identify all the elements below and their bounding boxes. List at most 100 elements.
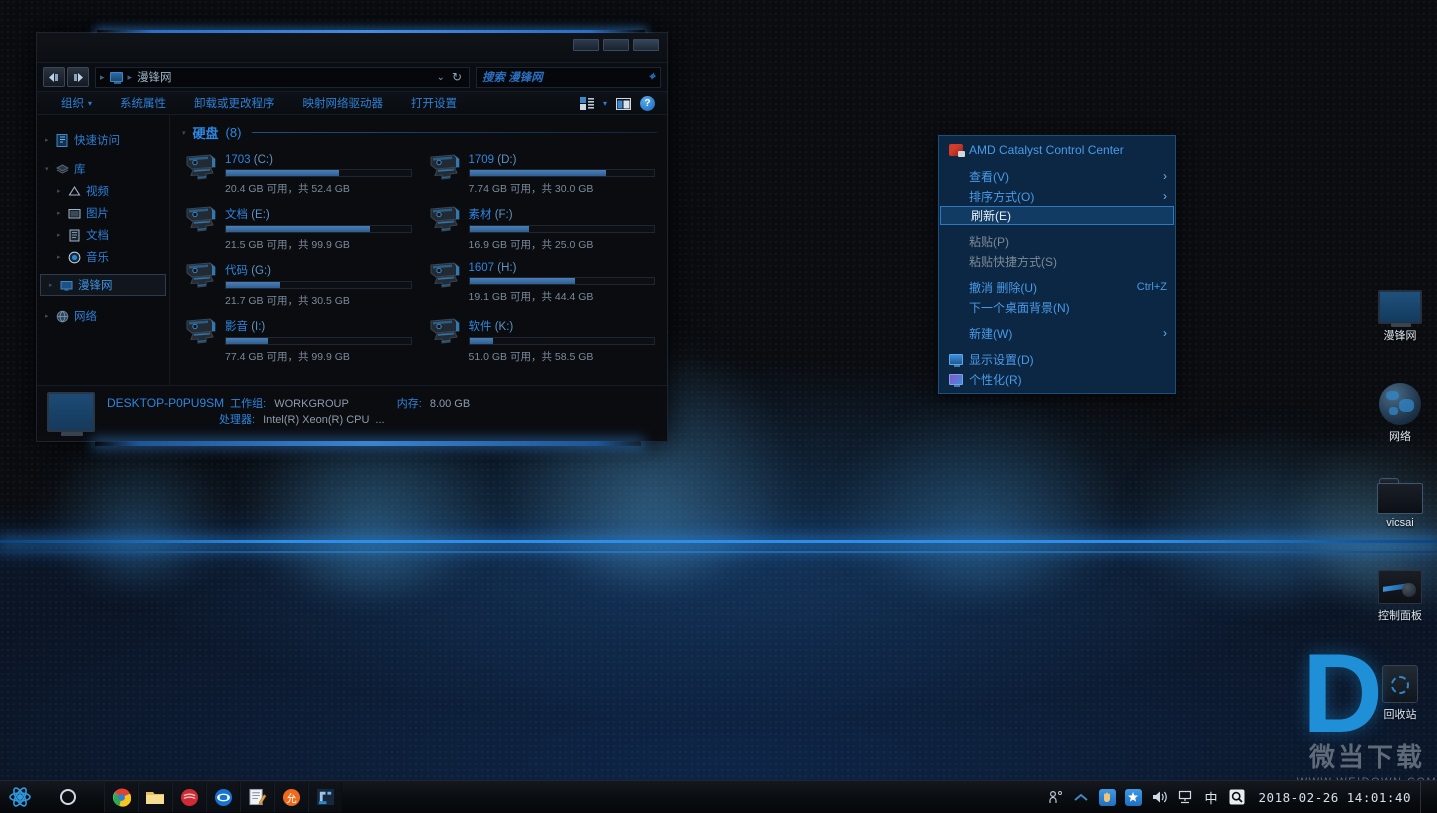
ime-icon[interactable]: 中	[1203, 789, 1220, 806]
taskbar-button-orange-app[interactable]: 允	[274, 782, 308, 812]
taskbar-button-teamviewer[interactable]	[206, 782, 240, 812]
drive-item[interactable]: 1709 (D:) 7.74 GB 可用，共 30.0 GB	[426, 150, 658, 199]
cortana-button[interactable]	[40, 789, 96, 805]
show-desktop-button[interactable]	[1420, 780, 1427, 813]
taskbar-button-blue-app[interactable]	[308, 782, 342, 812]
minimize-button[interactable]	[573, 39, 599, 51]
toolbar-item-organize[interactable]: 组织 ▾	[47, 95, 106, 111]
sidebar-item-documents[interactable]: ▸ 文档	[37, 224, 169, 246]
sidebar-item-music[interactable]: ▸ 音乐	[37, 246, 169, 268]
context-menu-item[interactable]: 下一个桌面背景(N)	[939, 297, 1175, 317]
toolbar-item-map-network-drive[interactable]: 映射网络驱动器	[289, 95, 398, 111]
maximize-button[interactable]	[603, 39, 629, 51]
taskbar-button-notepad[interactable]	[240, 782, 274, 812]
people-icon[interactable]	[1047, 789, 1064, 806]
desktop-icon-network[interactable]: 网络	[1357, 383, 1437, 444]
breadcrumb-path[interactable]: 漫锋网	[137, 69, 172, 85]
close-button[interactable]	[633, 39, 659, 51]
desktop-icon-label: 漫锋网	[1383, 330, 1417, 342]
group-divider	[252, 132, 657, 133]
toolbar-item-system-properties[interactable]: 系统属性	[106, 95, 180, 111]
pictures-icon	[68, 207, 81, 220]
sidebar-item-quick-access[interactable]: ▸ 快速访问	[37, 129, 169, 151]
expand-arrow-icon[interactable]: ▸	[57, 209, 63, 217]
drive-info: 1607 (H:) 19.1 GB 可用，共 44.4 GB	[468, 261, 655, 304]
drive-item[interactable]: 代码 (G:) 21.7 GB 可用，共 30.5 GB	[182, 258, 414, 311]
expand-arrow-icon[interactable]: ▸	[45, 136, 51, 144]
drive-item[interactable]: 素材 (F:) 16.9 GB 可用，共 25.0 GB	[426, 202, 658, 255]
star-badge-icon[interactable]	[1124, 788, 1142, 806]
drive-item[interactable]: 1607 (H:) 19.1 GB 可用，共 44.4 GB	[426, 258, 658, 311]
context-menu-item[interactable]: 排序方式(O) ›	[939, 186, 1175, 206]
context-menu-item[interactable]: 刷新(E)	[940, 206, 1174, 225]
context-menu-item[interactable]: 查看(V) ›	[939, 166, 1175, 186]
desktop-icon-control-panel[interactable]: 控制面板	[1357, 570, 1437, 623]
hand-badge-icon[interactable]	[1098, 788, 1116, 806]
drive-icon	[184, 205, 218, 235]
refresh-icon[interactable]: ↻	[452, 70, 462, 84]
context-menu-item[interactable]: 新建(W) ›	[939, 323, 1175, 343]
display-settings-icon	[949, 353, 963, 367]
desktop-icon-recycle-bin[interactable]: 回收站	[1357, 665, 1437, 722]
drive-capacity: 20.4 GB 可用，共 52.4 GB	[225, 183, 350, 195]
network-icon[interactable]	[1177, 789, 1194, 806]
back-button[interactable]	[43, 67, 65, 87]
desktop-context-menu[interactable]: AMD Catalyst Control Center 查看(V) › 排序方式(O)…	[938, 135, 1176, 394]
start-button[interactable]	[0, 781, 40, 813]
clock[interactable]: 2018-02-26 14:01:40	[1255, 790, 1411, 805]
expand-arrow-icon[interactable]: ▸	[57, 231, 63, 239]
preview-pane-icon[interactable]	[616, 97, 631, 110]
sidebar-item-network[interactable]: ▸ 网络	[37, 305, 169, 327]
drive-usage-bar	[468, 277, 655, 285]
drive-capacity: 77.4 GB 可用，共 99.9 GB	[225, 351, 350, 363]
expand-arrow-icon[interactable]: ▸	[45, 312, 51, 320]
computer-icon	[109, 72, 123, 84]
collapse-arrow-icon[interactable]: ▾	[182, 129, 186, 137]
desktop-icon-computer[interactable]: 漫锋网	[1357, 290, 1437, 343]
expand-arrow-icon[interactable]: ▸	[57, 253, 63, 261]
desktop-icon-vicsai[interactable]: vicsai	[1357, 478, 1437, 529]
drive-item[interactable]: 文档 (E:) 21.5 GB 可用，共 99.9 GB	[182, 202, 414, 255]
taskbar-button-chrome[interactable]	[104, 782, 138, 812]
expand-arrow-icon[interactable]: ▸	[49, 281, 55, 289]
context-menu-item[interactable]: 显示设置(D)	[939, 349, 1175, 369]
forward-button[interactable]	[67, 67, 89, 87]
toolbar-label: 卸载或更改程序	[194, 98, 275, 110]
search-input[interactable]: 搜索 漫锋网 ⌖	[476, 66, 661, 88]
file-explorer-window[interactable]: ▸ ▸ 漫锋网 ⌄ ↻ 搜索 漫锋网 ⌖ 组织 ▾ 系统属性 卸载或更改程序 映…	[36, 30, 668, 446]
action-center-icon[interactable]	[1229, 789, 1246, 806]
sidebar-item-libraries[interactable]: ▾ 库	[37, 158, 169, 180]
volume-icon[interactable]	[1151, 789, 1168, 806]
taskbar-button-file-explorer[interactable]	[138, 782, 172, 812]
toolbar-label: 组织	[61, 98, 84, 110]
taskbar-button-red-app[interactable]	[172, 782, 206, 812]
help-icon[interactable]: ?	[640, 95, 655, 111]
drive-capacity: 21.5 GB 可用，共 99.9 GB	[225, 239, 350, 251]
context-menu-item[interactable]: 个性化(R)	[939, 369, 1175, 389]
chevron-down-icon[interactable]: ⌄	[437, 72, 445, 83]
window-titlebar[interactable]	[37, 33, 667, 63]
sidebar-item-label: 漫锋网	[78, 280, 113, 292]
search-icon: ⌖	[648, 70, 655, 83]
expand-arrow-icon[interactable]: ▸	[57, 187, 63, 195]
context-menu-item[interactable]: 撤消 删除(U) Ctrl+Z	[939, 277, 1175, 297]
sidebar-item-pictures[interactable]: ▸ 图片	[37, 202, 169, 224]
toolbar-item-open-settings[interactable]: 打开设置	[397, 95, 471, 111]
address-bar[interactable]: ▸ ▸ 漫锋网 ⌄ ↻	[95, 66, 470, 88]
view-layout-icon[interactable]	[579, 96, 594, 110]
sidebar-item-videos[interactable]: ▸ 视频	[37, 180, 169, 202]
drive-info: 代码 (G:) 21.7 GB 可用，共 30.5 GB	[225, 261, 412, 308]
context-menu-item[interactable]: AMD Catalyst Control Center	[939, 140, 1175, 160]
chevron-up-icon[interactable]	[1073, 789, 1090, 806]
chevron-down-icon[interactable]: ▾	[603, 99, 607, 108]
notepad-icon	[248, 788, 266, 806]
toolbar-item-uninstall-program[interactable]: 卸载或更改程序	[180, 95, 289, 111]
menu-item-label: 刷新(E)	[971, 209, 1011, 223]
drive-capacity: 7.74 GB 可用，共 30.0 GB	[468, 183, 594, 195]
expand-arrow-icon[interactable]: ▾	[45, 165, 51, 173]
drive-item[interactable]: 影音 (I:) 77.4 GB 可用，共 99.9 GB	[182, 314, 414, 367]
sidebar-item-computer[interactable]: ▸ 漫锋网	[40, 274, 166, 296]
drive-item[interactable]: 1703 (C:) 20.4 GB 可用，共 52.4 GB	[182, 150, 414, 199]
status-row: DESKTOP-P0PU9SM 工作组: WORKGROUP 内存: 8.00 …	[107, 395, 470, 412]
drive-item[interactable]: 软件 (K:) 51.0 GB 可用，共 58.5 GB	[426, 314, 658, 367]
